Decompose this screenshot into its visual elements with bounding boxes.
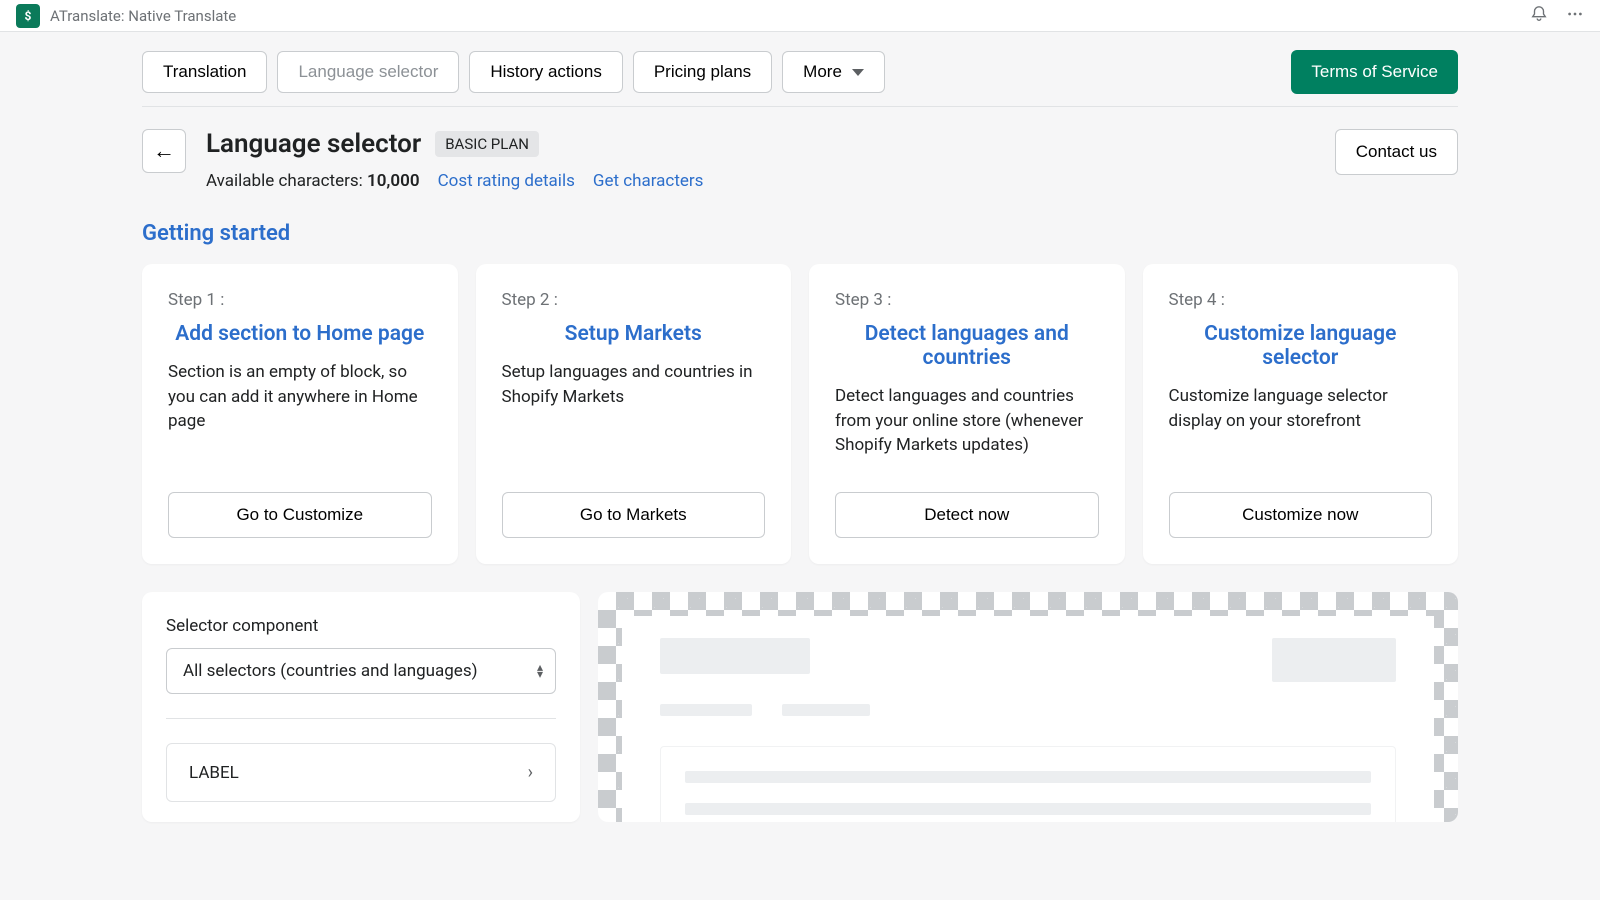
skeleton-line <box>685 771 1371 783</box>
skeleton-block <box>1272 638 1396 682</box>
back-button[interactable]: ← <box>142 129 186 173</box>
tab-more[interactable]: More <box>782 51 885 93</box>
app-logo-icon: $ <box>16 4 40 28</box>
tab-language-selector[interactable]: Language selector <box>277 51 459 93</box>
topbar: $ ATranslate: Native Translate <box>0 0 1600 32</box>
step-card-2: Step 2 : Setup Markets Setup languages a… <box>476 264 792 564</box>
skeleton-header-row <box>660 638 1396 682</box>
step-label: Step 1 : <box>168 290 432 310</box>
tab-row: Translation Language selector History ac… <box>142 50 1458 94</box>
bell-icon[interactable] <box>1530 5 1548 27</box>
accordion-label-text: LABEL <box>189 763 239 783</box>
contact-us-button[interactable]: Contact us <box>1335 129 1458 175</box>
chevron-right-icon: › <box>528 762 533 783</box>
selector-selected-value: All selectors (countries and languages) <box>183 661 478 681</box>
characters-label: Available characters: <box>206 171 367 191</box>
step-card-1: Step 1 : Add section to Home page Sectio… <box>142 264 458 564</box>
accordion: LABEL › <box>166 718 556 802</box>
app-name: ATranslate: Native Translate <box>50 7 236 25</box>
step-card-4: Step 4 : Customize language selector Cus… <box>1143 264 1459 564</box>
select-caret-icon: ▴▾ <box>537 664 543 678</box>
detect-now-button[interactable]: Detect now <box>835 492 1099 538</box>
skeleton-line <box>685 803 1371 815</box>
step-title-link[interactable]: Setup Markets <box>502 322 766 346</box>
go-to-markets-button[interactable]: Go to Markets <box>502 492 766 538</box>
step-description: Customize language selector display on y… <box>1169 384 1433 472</box>
step-label: Step 3 : <box>835 290 1099 310</box>
preview-skeleton <box>622 616 1434 822</box>
skeleton-block <box>660 638 810 674</box>
more-dots-icon[interactable] <box>1566 5 1584 27</box>
page-title: Language selector <box>206 129 421 159</box>
step-label: Step 4 : <box>1169 290 1433 310</box>
step-title-link[interactable]: Add section to Home page <box>168 322 432 346</box>
main-container: Translation Language selector History ac… <box>70 32 1530 822</box>
arrow-left-icon: ← <box>153 138 175 164</box>
caret-down-icon <box>852 69 864 76</box>
customize-now-button[interactable]: Customize now <box>1169 492 1433 538</box>
tabs: Translation Language selector History ac… <box>142 51 885 93</box>
get-characters-link[interactable]: Get characters <box>593 171 704 191</box>
terms-of-service-button[interactable]: Terms of Service <box>1291 50 1458 94</box>
skeleton-card <box>660 746 1396 822</box>
topbar-right <box>1530 5 1584 27</box>
tab-more-label: More <box>803 62 842 82</box>
selector-top: Selector component All selectors (countr… <box>142 592 580 718</box>
tab-history-actions[interactable]: History actions <box>469 51 622 93</box>
step-label: Step 2 : <box>502 290 766 310</box>
title-block: Language selector BASIC PLAN Available c… <box>206 129 703 191</box>
step-title-link[interactable]: Detect languages and countries <box>835 322 1099 370</box>
title-row: Language selector BASIC PLAN <box>206 129 703 159</box>
selector-component-label: Selector component <box>166 616 556 636</box>
accordion-item-label[interactable]: LABEL › <box>166 743 556 802</box>
tab-translation[interactable]: Translation <box>142 51 267 93</box>
characters-row: Available characters: 10,000 Cost rating… <box>206 171 703 191</box>
skeleton-nav-row <box>660 704 1396 716</box>
cost-rating-link[interactable]: Cost rating details <box>438 171 575 191</box>
divider <box>142 106 1458 107</box>
bottom-row: Selector component All selectors (countr… <box>142 592 1458 822</box>
step-description: Detect languages and countries from your… <box>835 384 1099 472</box>
step-card-3: Step 3 : Detect languages and countries … <box>809 264 1125 564</box>
tab-pricing-plans[interactable]: Pricing plans <box>633 51 772 93</box>
step-title-link[interactable]: Customize language selector <box>1169 322 1433 370</box>
plan-badge: BASIC PLAN <box>435 131 539 157</box>
getting-started-heading[interactable]: Getting started <box>142 221 1458 246</box>
steps-grid: Step 1 : Add section to Home page Sectio… <box>142 264 1458 564</box>
characters-text: Available characters: 10,000 <box>206 171 420 191</box>
step-description: Setup languages and countries in Shopify… <box>502 360 766 472</box>
go-to-customize-button[interactable]: Go to Customize <box>168 492 432 538</box>
topbar-left: $ ATranslate: Native Translate <box>16 4 236 28</box>
skeleton-block <box>782 704 870 716</box>
characters-value: 10,000 <box>367 171 420 191</box>
step-description: Section is an empty of block, so you can… <box>168 360 432 472</box>
selector-component-select[interactable]: All selectors (countries and languages) … <box>166 648 556 694</box>
skeleton-block <box>660 704 752 716</box>
selector-panel: Selector component All selectors (countr… <box>142 592 580 822</box>
page-header-left: ← Language selector BASIC PLAN Available… <box>142 129 703 191</box>
preview-panel <box>598 592 1458 822</box>
page-header: ← Language selector BASIC PLAN Available… <box>142 129 1458 191</box>
